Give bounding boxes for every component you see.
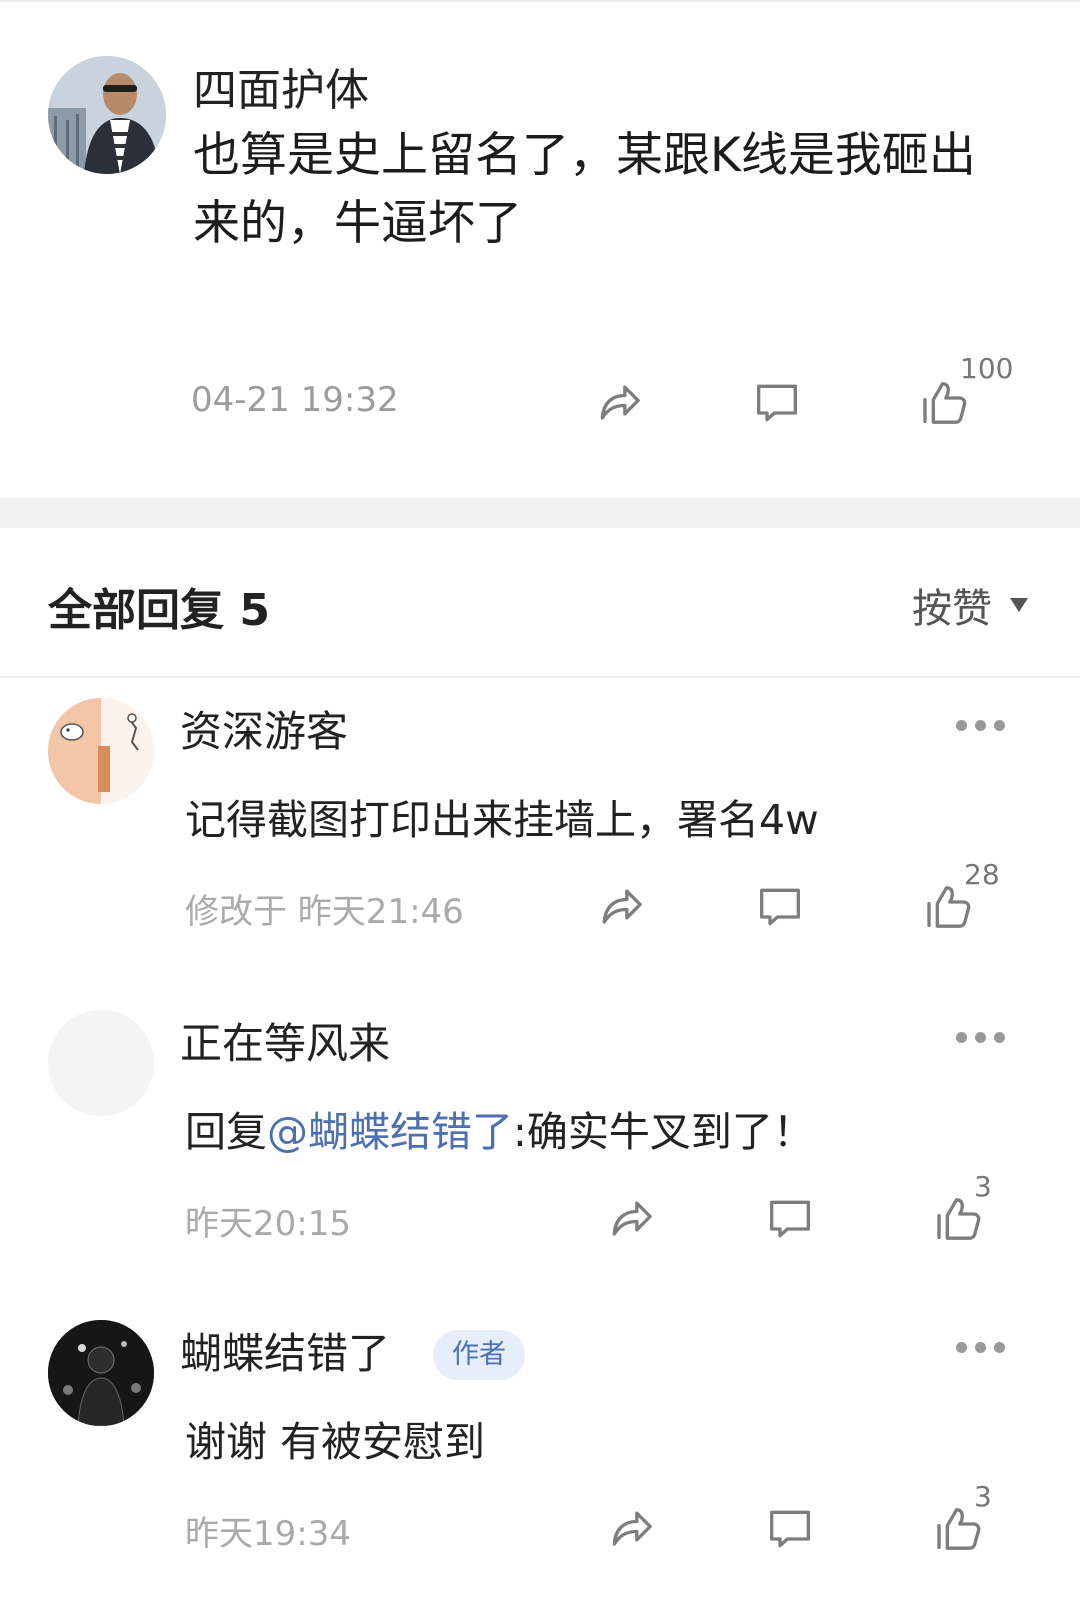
- more-icon: [956, 1342, 967, 1353]
- more-options-button[interactable]: [956, 720, 1006, 734]
- comment-icon[interactable]: [752, 378, 802, 428]
- share-icon[interactable]: [594, 378, 644, 428]
- sort-dropdown[interactable]: 按赞: [912, 576, 1028, 634]
- main-post: 四面护体 也算是史上留名了，某跟K线是我砸出来的，牛逼坏了 04-21 19:3…: [0, 0, 1080, 498]
- share-icon[interactable]: [606, 1194, 656, 1244]
- reply-content: 谢谢 有被安慰到: [185, 1418, 486, 1466]
- more-options-button[interactable]: [956, 1342, 1006, 1356]
- reply-author-name[interactable]: 正在等风来: [180, 1016, 390, 1072]
- section-divider: [0, 498, 1080, 528]
- share-icon[interactable]: [606, 1504, 656, 1554]
- thumbs-up-icon[interactable]: [920, 378, 970, 428]
- like-count: 28: [964, 858, 1000, 891]
- replies-title: 全部回复 5: [48, 585, 270, 636]
- sort-dropdown-icon: [1010, 598, 1028, 612]
- reply-item: 正在等风来 回复@蝴蝶结错了:确实牛叉到了！ 昨天20:15 3: [0, 1010, 1080, 1290]
- more-icon: [956, 720, 967, 731]
- reply-timestamp: 昨天20:15: [185, 1204, 351, 1244]
- reply-body: :确实牛叉到了！: [513, 1108, 814, 1156]
- reply-prefix: 回复: [185, 1108, 267, 1156]
- author-badge: 作者: [433, 1330, 525, 1380]
- reply-author-name[interactable]: 蝴蝶结错了: [180, 1326, 390, 1382]
- avatar[interactable]: [48, 698, 154, 804]
- post-timestamp: 04-21 19:32: [191, 380, 399, 420]
- share-icon[interactable]: [596, 882, 646, 932]
- more-icon: [956, 1032, 967, 1043]
- comment-icon[interactable]: [765, 1504, 815, 1554]
- like-count: 100: [960, 352, 1014, 385]
- avatar-dark-figure: [48, 1320, 154, 1426]
- more-options-button[interactable]: [956, 1032, 1006, 1046]
- reply-content: 回复@蝴蝶结错了:确实牛叉到了！: [185, 1104, 814, 1160]
- post-author-name[interactable]: 四面护体: [193, 58, 369, 124]
- mention-link[interactable]: @蝴蝶结错了: [267, 1108, 513, 1156]
- avatar[interactable]: [48, 1010, 154, 1116]
- replies-header: 全部回复 5 按赞: [0, 528, 1080, 678]
- avatar[interactable]: [48, 56, 166, 174]
- avatar[interactable]: [48, 1320, 154, 1426]
- post-content: 也算是史上留名了，某跟K线是我砸出来的，牛逼坏了: [193, 128, 976, 251]
- reply-item: 蝴蝶结错了 作者 谢谢 有被安慰到 昨天19:34 3: [0, 1320, 1080, 1608]
- comment-icon[interactable]: [755, 882, 805, 932]
- reply-timestamp: 修改于 昨天21:46: [185, 892, 464, 932]
- sort-label: 按赞: [912, 586, 992, 632]
- reply-author-name[interactable]: 资深游客: [180, 704, 348, 760]
- comment-icon[interactable]: [765, 1194, 815, 1244]
- reply-content: 记得截图打印出来挂墙上，署名4w: [185, 796, 819, 844]
- reply-timestamp: 昨天19:34: [185, 1514, 351, 1554]
- avatar-illustration: [48, 698, 154, 804]
- reply-item: 资深游客 记得截图打印出来挂墙上，署名4w 修改于 昨天21:46 28: [0, 698, 1080, 978]
- like-count: 3: [974, 1170, 992, 1203]
- avatar-photo: [48, 56, 166, 174]
- like-count: 3: [974, 1480, 992, 1513]
